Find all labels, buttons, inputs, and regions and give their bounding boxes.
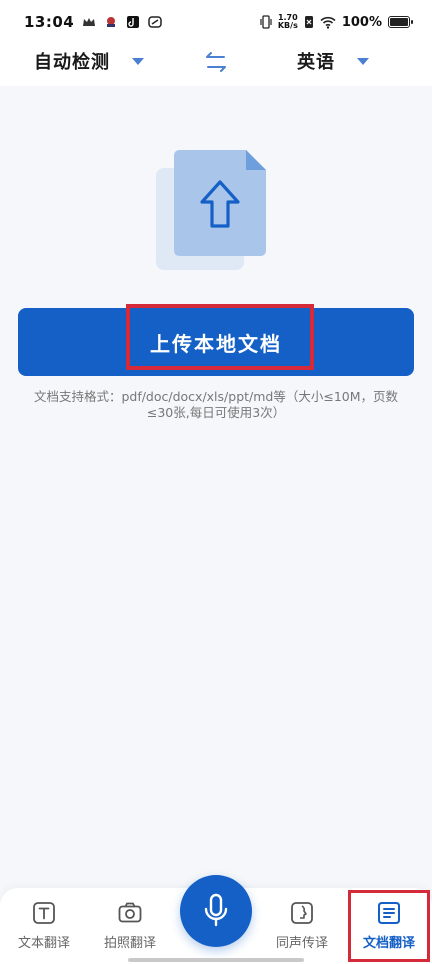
source-language-selector[interactable]: 自动检测 — [34, 48, 144, 74]
upload-local-document-button[interactable]: 上传本地文档 — [18, 308, 414, 376]
language-bar: 自动检测 英语 — [0, 44, 432, 86]
status-left: 13:04 — [24, 13, 162, 31]
nav-item-text-translate[interactable]: 文本翻译 — [4, 900, 84, 956]
caret-down-icon — [357, 57, 369, 65]
link-icon — [148, 16, 162, 28]
nav-item-photo-translate[interactable]: 拍照翻译 — [90, 900, 170, 956]
nav-label-document-translate: 文档翻译 — [362, 936, 415, 951]
battery-icon — [388, 16, 413, 28]
target-language-label: 英语 — [297, 52, 335, 73]
nav-label-photo-translate: 拍照翻译 — [103, 936, 156, 951]
battery-percent: 100% — [341, 14, 382, 30]
wifi-icon — [320, 16, 336, 29]
microphone-icon — [204, 893, 228, 927]
crown-icon — [83, 18, 96, 26]
vibrate-icon — [260, 15, 272, 29]
nav-label-simultaneous-interpretation: 同声传译 — [275, 936, 328, 951]
nav-item-simultaneous-interpretation[interactable]: 同声传译 — [262, 900, 342, 956]
camera-icon — [118, 902, 142, 923]
bottom-nav: 文本翻译 拍照翻译 同声传译 文档翻译 — [0, 875, 432, 964]
home-indicator[interactable] — [128, 958, 304, 962]
document-upload-icon — [156, 150, 266, 270]
swap-arrows-icon[interactable] — [202, 48, 230, 76]
net-speed: 1.70 KB/s — [278, 14, 298, 30]
status-bar: 13:04 1.70 KB/s 100% — [0, 0, 432, 44]
format-hint-line1: 文档支持格式：pdf/doc/docx/xls/ppt/md等（大小≤10M，页… — [33, 389, 399, 404]
format-hint-line2: ≤30张,每日可使用3次） — [146, 405, 286, 420]
format-hint: 文档支持格式：pdf/doc/docx/xls/ppt/md等（大小≤10M，页… — [18, 389, 414, 421]
upload-button-label: 上传本地文档 — [150, 331, 282, 356]
status-right: 1.70 KB/s 100% — [260, 14, 413, 30]
text-icon — [33, 902, 55, 924]
status-time: 13:04 — [24, 13, 75, 31]
microphone-button[interactable] — [180, 875, 252, 947]
nav-item-document-translate[interactable]: 文档翻译 — [349, 900, 429, 956]
app-notification-icon — [107, 17, 116, 27]
target-language-selector[interactable]: 英语 — [297, 48, 369, 74]
face-profile-icon — [291, 902, 313, 924]
tiktok-icon — [127, 16, 140, 28]
nav-label-text-translate: 文本翻译 — [17, 936, 70, 951]
sim-disabled-icon — [304, 16, 313, 28]
document-icon — [378, 902, 400, 924]
net-speed-unit: KB/s — [277, 21, 298, 30]
caret-down-icon — [132, 57, 144, 65]
source-language-label: 自动检测 — [34, 52, 110, 73]
